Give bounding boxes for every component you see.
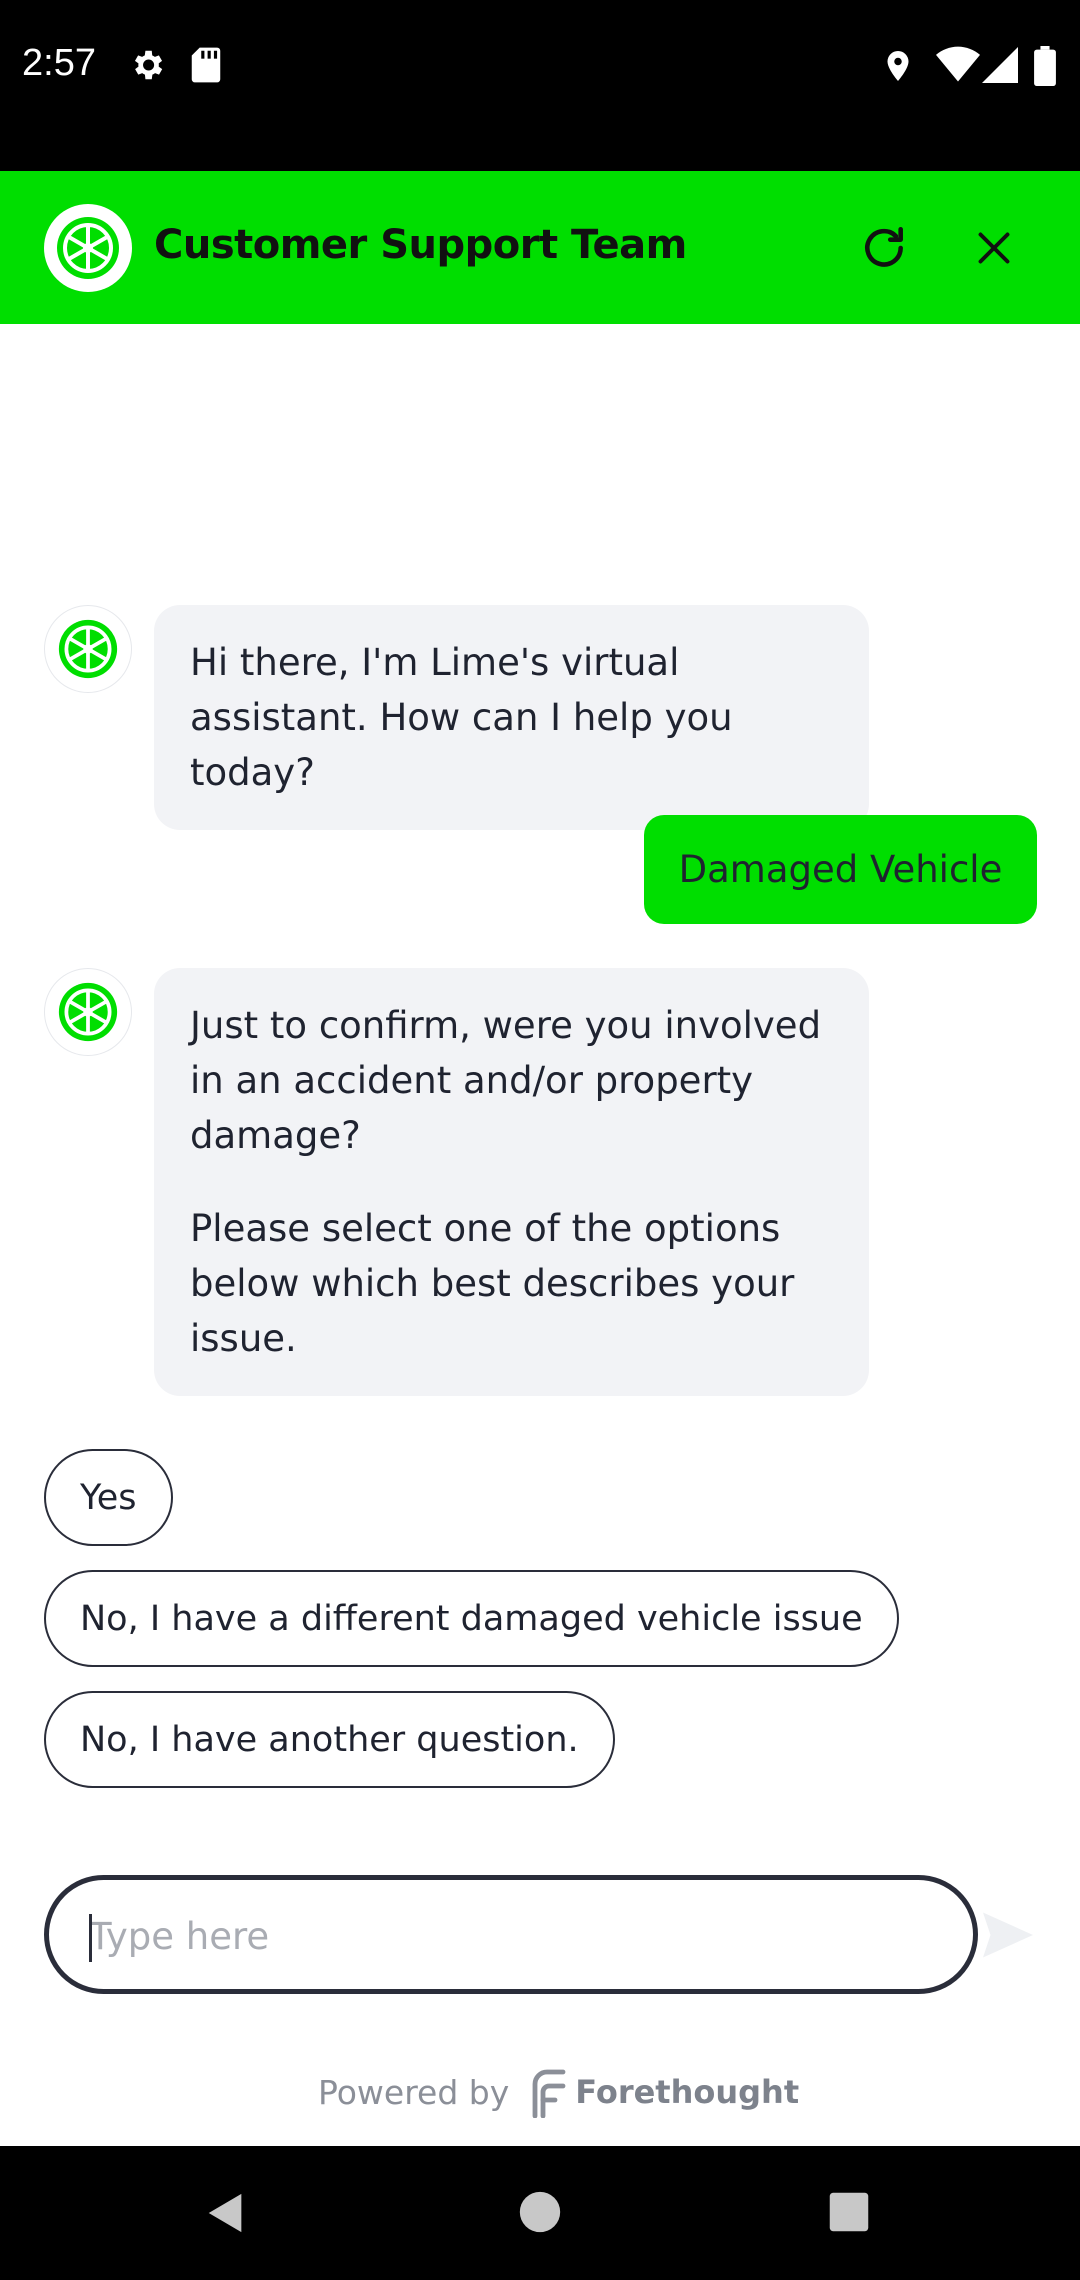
message-text: Damaged Vehicle [678, 848, 1003, 891]
bot-avatar [44, 605, 132, 693]
message-text: Just to confirm, were you involved in an… [190, 1004, 822, 1157]
status-time: 2:57 [22, 42, 96, 84]
bot-avatar [44, 968, 132, 1056]
option-different-issue-button[interactable]: No, I have a different damaged vehicle i… [44, 1570, 899, 1667]
forethought-logo-icon [532, 2069, 566, 2118]
send-icon[interactable] [978, 1905, 1038, 1965]
message-input[interactable] [87, 1900, 911, 1972]
message-input-container [44, 1875, 978, 1994]
message-text: Please select one of the options below w… [190, 1207, 795, 1360]
option-another-question-button[interactable]: No, I have another question. [44, 1691, 615, 1788]
header-title: Customer Support Team [154, 222, 687, 268]
bot-message: Just to confirm, were you involved in an… [154, 968, 869, 1396]
user-message: Damaged Vehicle [644, 815, 1037, 924]
option-yes-button[interactable]: Yes [44, 1449, 173, 1546]
message-text: Hi there, I'm Lime's virtual assistant. … [190, 641, 733, 794]
bot-message: Hi there, I'm Lime's virtual assistant. … [154, 605, 869, 830]
lime-logo-icon [44, 204, 132, 292]
settings-icon [134, 50, 163, 80]
signal-icon [982, 47, 1018, 83]
text-caret [89, 1914, 92, 1962]
system-nav-bar [0, 2146, 1080, 2280]
location-icon [887, 51, 909, 81]
back-icon[interactable] [203, 2190, 249, 2236]
status-bar: 2:57 [0, 0, 1080, 171]
powered-by-label: Powered by [318, 2072, 510, 2112]
lime-logo-icon [58, 619, 118, 679]
wifi-icon [936, 46, 980, 82]
refresh-button[interactable] [854, 218, 914, 278]
sd-card-icon [191, 47, 221, 83]
close-icon [978, 232, 1010, 264]
battery-icon [1034, 46, 1056, 86]
refresh-icon [865, 226, 903, 267]
close-button[interactable] [964, 218, 1024, 278]
lime-logo-icon [58, 982, 118, 1042]
recents-icon[interactable] [828, 2191, 870, 2233]
home-icon[interactable] [518, 2190, 562, 2234]
powered-by: Powered by Forethought [318, 2066, 799, 2118]
forethought-brand: Forethought [575, 2073, 800, 2111]
